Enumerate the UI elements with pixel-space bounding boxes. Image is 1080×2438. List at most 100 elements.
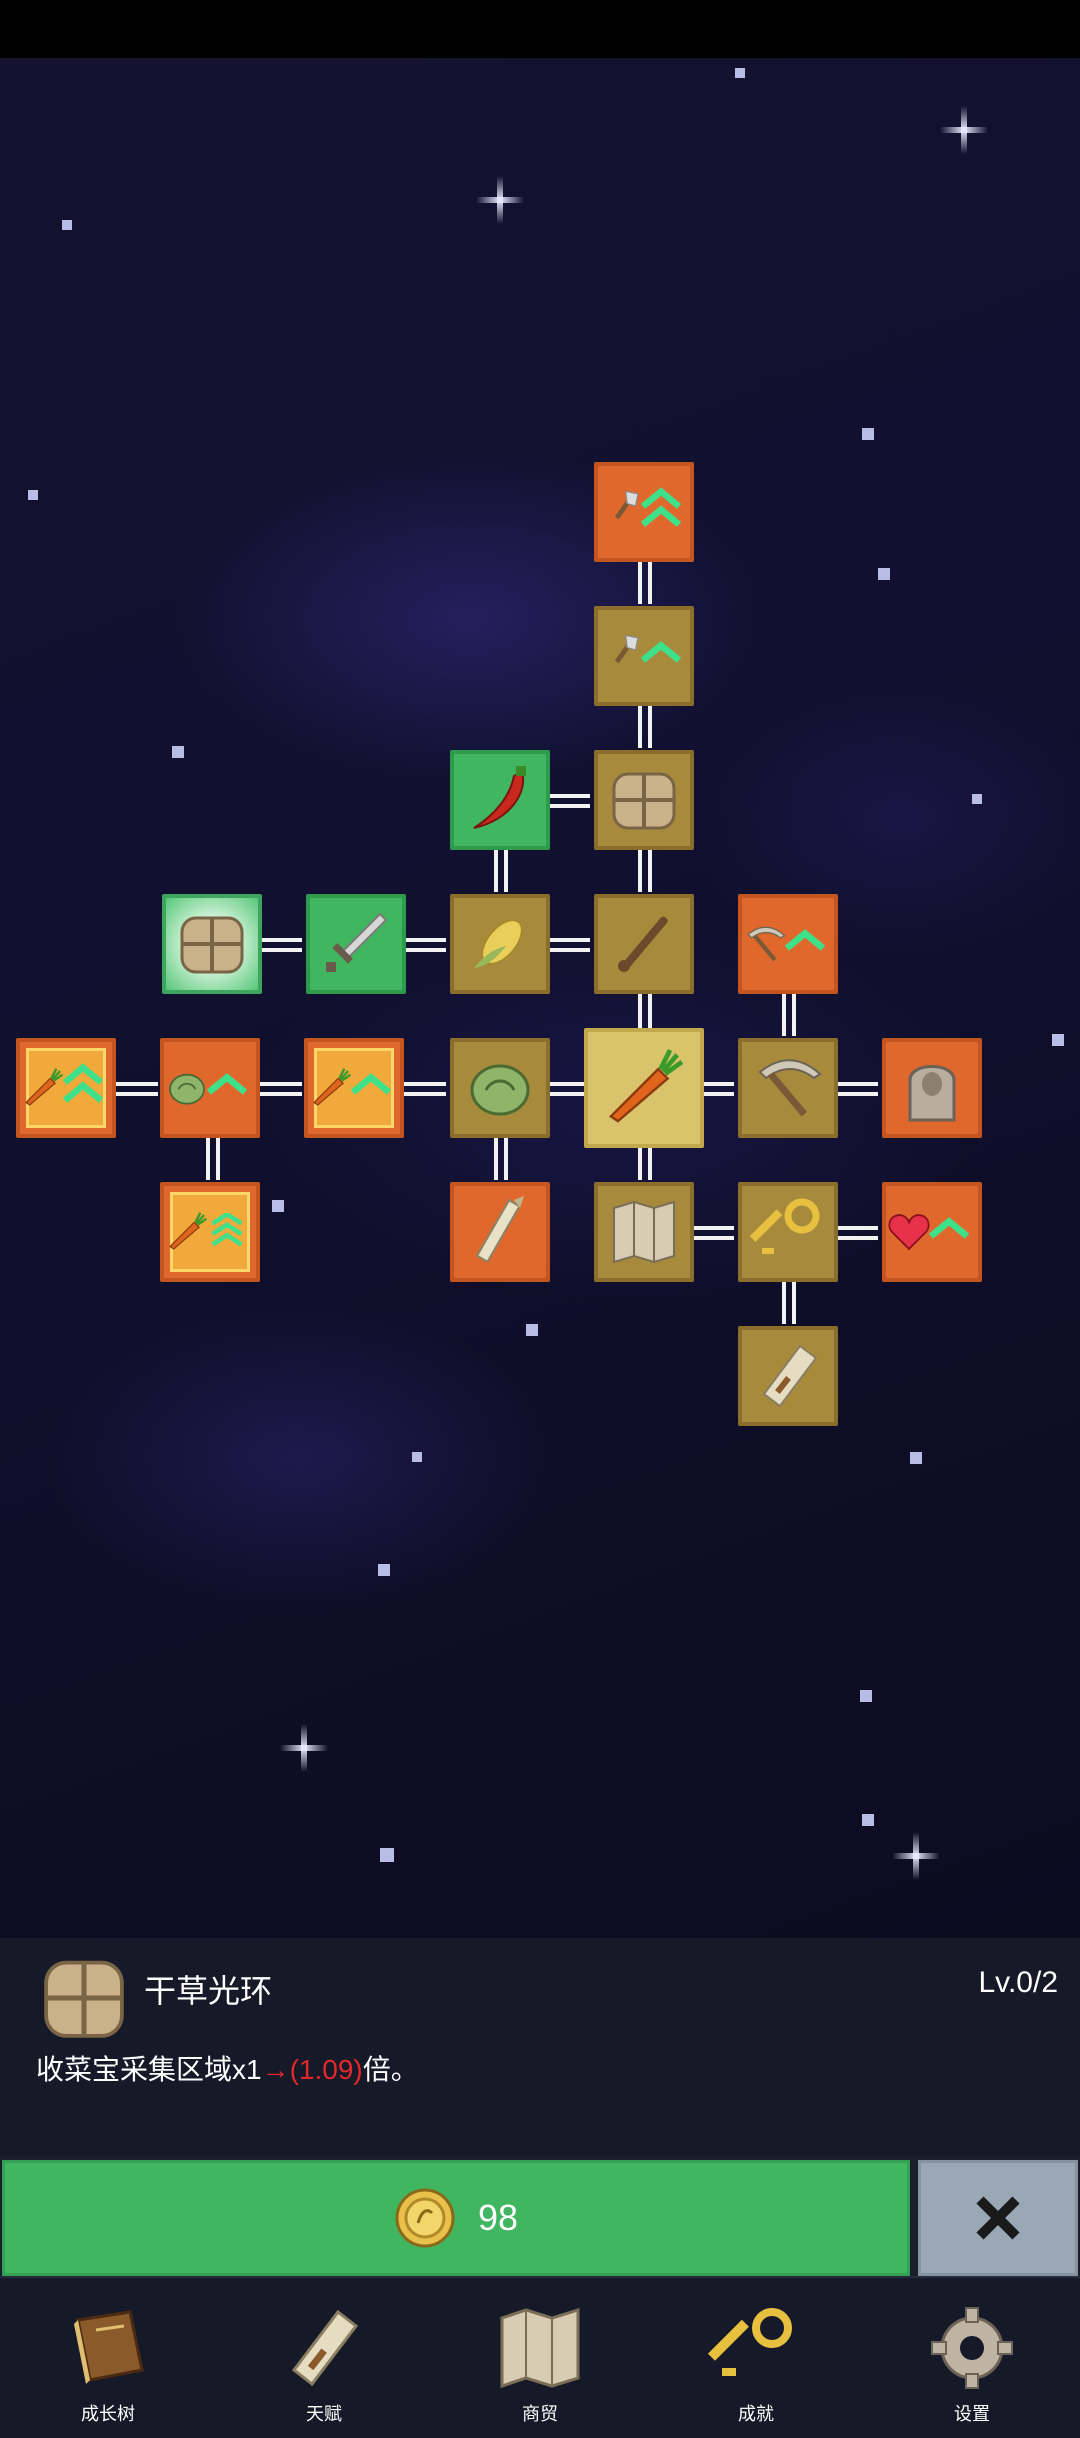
carrot-icon: [608, 1049, 684, 1123]
star: [526, 1324, 538, 1336]
tree-link: [206, 1138, 220, 1180]
nav-label: 成就: [738, 2404, 774, 2424]
node-hay-bale[interactable]: [594, 750, 694, 850]
tree-link: [116, 1082, 158, 1096]
star: [878, 568, 890, 580]
bottom-navigation: 成长树 天赋 商贸 成就 设置: [0, 2276, 1080, 2438]
chili-pepper-icon: [473, 766, 526, 829]
upgrade-chevron-icon: [640, 487, 682, 527]
tree-link: [404, 1082, 446, 1096]
node-stick[interactable]: [594, 894, 694, 994]
tree-link: [494, 850, 508, 892]
node-cabbage[interactable]: [450, 1038, 550, 1138]
hay-bale-icon: [44, 1960, 124, 2038]
skill-level: Lv.0/2: [978, 1966, 1059, 1999]
game-screen: 干草光环 Lv.0/2 收菜宝采集区域x1→(1.09)倍。 98 成长树 天赋…: [0, 0, 1080, 2438]
skill-info-panel: 干草光环 Lv.0/2 收菜宝采集区域x1→(1.09)倍。: [0, 1938, 1080, 2156]
status-bar: [0, 0, 1080, 58]
node-scroll[interactable]: [738, 1326, 838, 1426]
nav-settings[interactable]: 设置: [864, 2278, 1080, 2438]
tree-link: [260, 1082, 302, 1096]
tree-link: [260, 938, 302, 952]
upgrade-chevron-icon: [640, 641, 682, 663]
ghost-statue-icon: [908, 1065, 956, 1122]
upgrade-price: 98: [477, 2197, 519, 2238]
close-button[interactable]: [918, 2160, 1078, 2276]
star: [172, 746, 184, 758]
node-carrot-center-selected[interactable]: [584, 1028, 704, 1148]
star: [910, 1452, 922, 1464]
tree-link: [782, 1282, 796, 1324]
key-icon: [750, 1198, 820, 1254]
nav-achievements[interactable]: 成就: [648, 2278, 864, 2438]
node-map[interactable]: [594, 1182, 694, 1282]
node-leek[interactable]: [450, 1182, 550, 1282]
node-sword[interactable]: [306, 894, 406, 994]
sparkle-star: [892, 1832, 940, 1880]
tree-link: [548, 938, 590, 952]
coin-icon: [395, 2188, 455, 2248]
star: [735, 68, 745, 78]
hay-bale-icon: [180, 916, 244, 974]
skill-title: 干草光环: [144, 1973, 273, 2009]
pickaxe-icon: [758, 1059, 822, 1117]
star: [862, 428, 874, 440]
skill-tree-area[interactable]: [0, 58, 1080, 1938]
nav-growth-tree[interactable]: 成长树: [0, 2278, 216, 2438]
node-cabbage-left[interactable]: [160, 1038, 260, 1138]
cabbage-icon: [470, 1064, 530, 1116]
node-ghost[interactable]: [882, 1038, 982, 1138]
gear-icon: [931, 2307, 1013, 2389]
tree-link: [638, 706, 652, 748]
tree-link: [404, 938, 446, 952]
star: [28, 490, 38, 500]
tree-link: [494, 1138, 508, 1180]
node-shovel-top[interactable]: [594, 462, 694, 562]
stick-icon: [618, 916, 668, 972]
sparkle-star: [476, 176, 524, 224]
node-carrot-bottom[interactable]: [160, 1182, 260, 1282]
node-hay-bale-glow[interactable]: [162, 894, 262, 994]
upgrade-chevron-icon: [206, 1073, 248, 1095]
upgrade-chevron-icon: [211, 1213, 243, 1247]
upgrade-chevron-icon: [928, 1217, 970, 1239]
node-carrot-mid[interactable]: [304, 1038, 404, 1138]
node-pickaxe[interactable]: [738, 1038, 838, 1138]
tree-link: [782, 994, 796, 1036]
book-icon: [74, 2310, 144, 2384]
node-shovel[interactable]: [594, 606, 694, 706]
nav-label: 成长树: [81, 2404, 135, 2424]
nav-label: 天赋: [306, 2404, 342, 2424]
node-chili[interactable]: [450, 750, 550, 850]
tree-link: [836, 1082, 878, 1096]
map-icon: [500, 2307, 580, 2389]
star: [412, 1452, 422, 1462]
corn-icon: [474, 919, 523, 968]
nav-label: 商贸: [522, 2404, 558, 2424]
tree-link: [692, 1226, 734, 1240]
nav-talent[interactable]: 天赋: [216, 2278, 432, 2438]
upgrade-button[interactable]: 98: [2, 2160, 910, 2276]
upgrade-chevron-icon: [350, 1073, 392, 1095]
sparkle-star: [940, 106, 988, 154]
hay-bale-icon: [612, 772, 676, 830]
sword-icon: [326, 912, 388, 972]
star: [272, 1200, 284, 1212]
close-icon: [976, 2196, 1020, 2240]
map-icon: [613, 1200, 675, 1264]
upgrade-chevron-icon: [62, 1063, 104, 1103]
node-key[interactable]: [738, 1182, 838, 1282]
node-pickaxe-top[interactable]: [738, 894, 838, 994]
leek-icon: [475, 1196, 524, 1264]
key-icon: [708, 2308, 792, 2376]
sparkle-star: [280, 1724, 340, 1784]
nav-trade[interactable]: 商贸: [432, 2278, 648, 2438]
star: [860, 1690, 872, 1702]
nav-label: 设置: [954, 2404, 990, 2424]
desc-prefix: 收菜宝采集区域x1: [36, 2054, 262, 2085]
tree-link: [836, 1226, 878, 1240]
node-heart[interactable]: [882, 1182, 982, 1282]
star: [972, 794, 982, 804]
node-carrot-left[interactable]: [16, 1038, 116, 1138]
node-corn[interactable]: [450, 894, 550, 994]
